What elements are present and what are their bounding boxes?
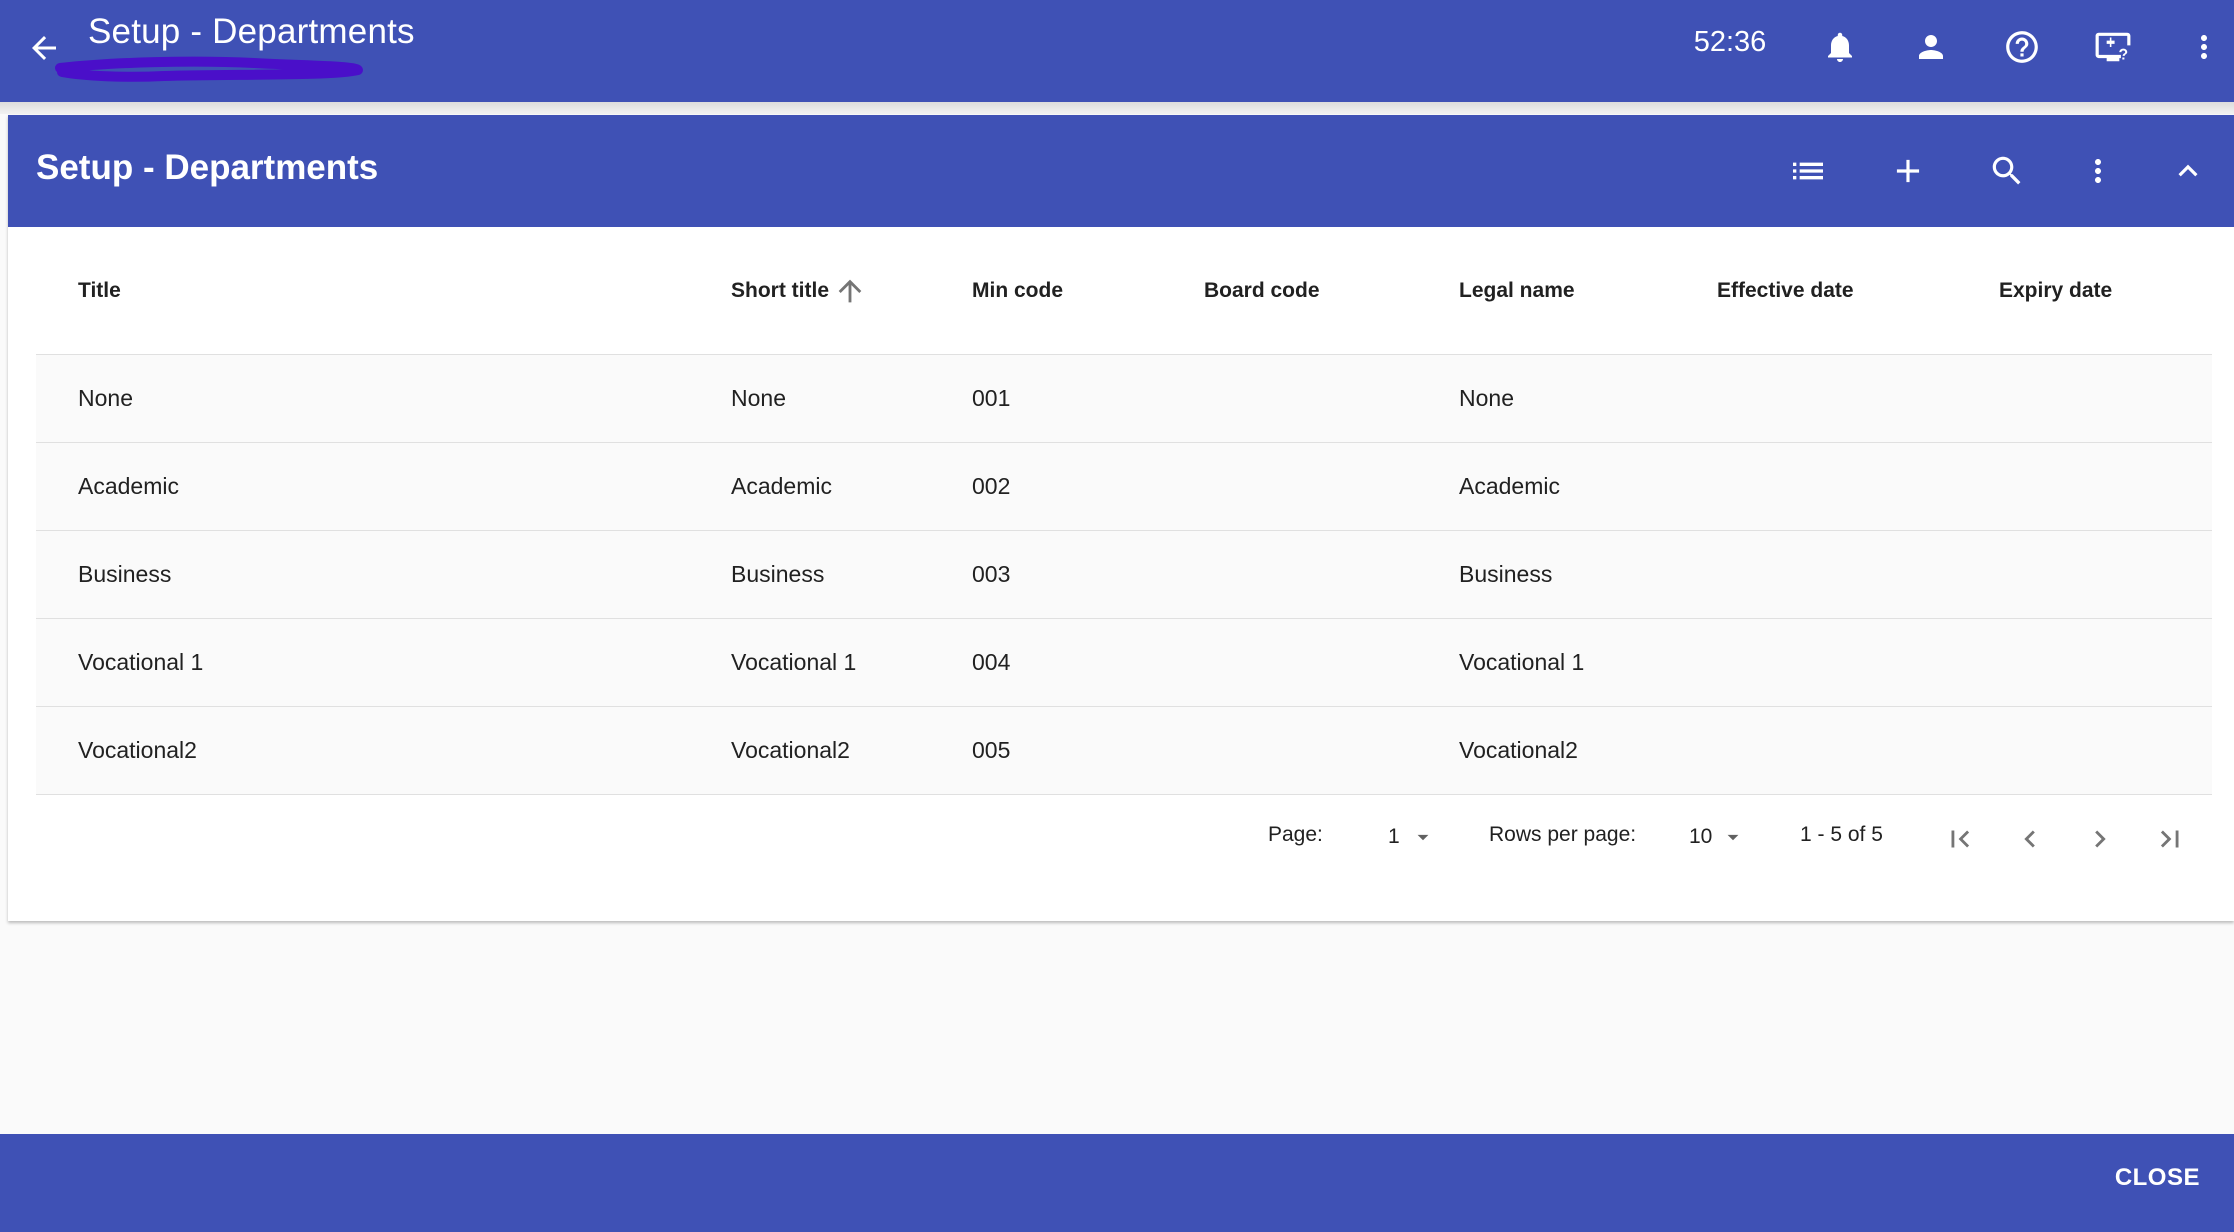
bottom-action-bar: CLOSE <box>0 1134 2234 1232</box>
panel-header: Setup - Departments <box>8 115 2234 227</box>
add-icon[interactable] <box>1882 145 1934 197</box>
departments-table: Title Short title Min code Board code Le… <box>36 227 2212 795</box>
help-icon[interactable] <box>1996 21 2048 73</box>
cell-title: Vocational2 <box>78 737 197 763</box>
cell-short-title: Academic <box>731 473 832 499</box>
list-icon[interactable] <box>1782 145 1834 197</box>
cell-short-title: Vocational2 <box>731 737 850 763</box>
pagination-bar: Page: 1 Rows per page: 10 1 - 5 of 5 <box>8 803 2234 871</box>
cell-min-code: 002 <box>972 473 1011 499</box>
toolbar-shadow <box>0 102 2234 114</box>
table-row[interactable]: Business Business 003 Business <box>36 531 2212 619</box>
chevron-up-icon[interactable] <box>2162 145 2214 197</box>
session-timer: 52:36 <box>1693 26 1767 58</box>
dropdown-arrow-icon <box>1410 824 1436 850</box>
cell-legal-name: Academic <box>1459 473 1560 499</box>
monitor-help-icon[interactable] <box>2087 21 2139 73</box>
cell-legal-name: Business <box>1459 561 1553 587</box>
last-page-icon[interactable] <box>2148 817 2192 861</box>
app-bar: Setup - Departments 52:36 <box>0 0 2234 102</box>
departments-panel: Setup - Departments Title Short title Mi… <box>8 115 2234 921</box>
page-select-value: 1 <box>1388 825 1400 848</box>
column-header-short-title[interactable]: Short title <box>731 227 867 354</box>
panel-title: Setup - Departments <box>36 148 379 187</box>
column-header-legal-name[interactable]: Legal name <box>1459 227 1575 354</box>
cell-title: Business <box>78 561 172 587</box>
rows-per-page-value: 10 <box>1689 825 1713 848</box>
table-row[interactable]: Vocational 1 Vocational 1 004 Vocational… <box>36 619 2212 707</box>
column-header-min-code[interactable]: Min code <box>972 227 1063 354</box>
first-page-icon[interactable] <box>1938 817 1982 861</box>
table-row[interactable]: Vocational2 Vocational2 005 Vocational2 <box>36 707 2212 795</box>
column-header-label: Short title <box>731 278 829 302</box>
cell-short-title: Vocational 1 <box>731 649 857 675</box>
sort-arrow-up-icon <box>833 274 867 308</box>
app-title: Setup - Departments <box>88 12 415 51</box>
bell-icon[interactable] <box>1814 21 1866 73</box>
search-icon[interactable] <box>1981 145 2033 197</box>
cell-short-title: None <box>731 385 786 411</box>
redaction-scribble <box>55 56 363 82</box>
cell-legal-name: None <box>1459 385 1514 411</box>
cell-title: Vocational 1 <box>78 649 204 675</box>
cell-legal-name: Vocational 1 <box>1459 649 1585 675</box>
rows-per-page-select[interactable]: 10 <box>1689 817 1746 857</box>
rows-per-page-label: Rows per page: <box>1489 823 1637 846</box>
page-label: Page: <box>1268 823 1323 846</box>
column-header-expiry-date[interactable]: Expiry date <box>1999 227 2112 354</box>
panel-more-vert-icon[interactable] <box>2072 145 2124 197</box>
table-row[interactable]: Academic Academic 002 Academic <box>36 443 2212 531</box>
dropdown-arrow-icon <box>1720 824 1746 850</box>
cell-min-code: 003 <box>972 561 1011 587</box>
column-header-effective-date[interactable]: Effective date <box>1717 227 1854 354</box>
page-select[interactable]: 1 <box>1388 817 1436 857</box>
previous-page-icon[interactable] <box>2008 817 2052 861</box>
close-button[interactable]: CLOSE <box>2115 1164 2200 1192</box>
table-header: Title Short title Min code Board code Le… <box>36 227 2212 355</box>
column-header-board-code[interactable]: Board code <box>1204 227 1320 354</box>
cell-legal-name: Vocational2 <box>1459 737 1578 763</box>
cell-min-code: 004 <box>972 649 1011 675</box>
column-header-title[interactable]: Title <box>78 227 121 354</box>
table-row[interactable]: None None 001 None <box>36 355 2212 443</box>
next-page-icon[interactable] <box>2078 817 2122 861</box>
cell-title: Academic <box>78 473 179 499</box>
page-range: 1 - 5 of 5 <box>1800 823 1883 846</box>
cell-min-code: 001 <box>972 385 1011 411</box>
more-vert-icon[interactable] <box>2178 21 2230 73</box>
cell-min-code: 005 <box>972 737 1011 763</box>
cell-title: None <box>78 385 133 411</box>
cell-short-title: Business <box>731 561 825 587</box>
person-icon[interactable] <box>1905 21 1957 73</box>
